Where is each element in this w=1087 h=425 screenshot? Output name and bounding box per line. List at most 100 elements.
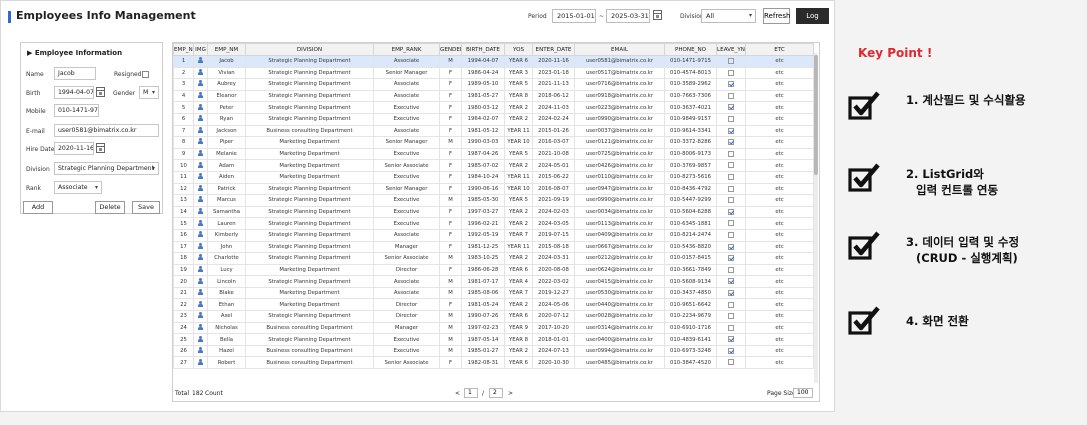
table-row[interactable]: 3 Aubrey Strategic Planning Department Asso… <box>173 78 814 91</box>
table-row[interactable]: 17 John Strategic Planning Department Manag… <box>173 240 814 254</box>
gender-select[interactable]: M ▾ <box>139 86 159 99</box>
table-row[interactable]: 26 Hazel Business consulting Department Exe… <box>173 344 814 358</box>
page-input[interactable]: 1 <box>464 388 478 398</box>
leave-checkbox[interactable] <box>728 336 734 343</box>
refresh-button[interactable]: Refresh <box>763 8 790 24</box>
table-row[interactable]: 24 Nicholas Business consulting Department… <box>173 321 814 335</box>
email-field[interactable]: user0581@bimatrix.co.kr <box>54 124 159 137</box>
log-button[interactable]: Log <box>796 8 829 24</box>
table-row[interactable]: 27 Robert Business consulting Department Se… <box>173 356 814 370</box>
leave-checkbox[interactable] <box>728 116 734 123</box>
table-row[interactable]: 25 Bella Strategic Planning Department Exec… <box>173 333 814 346</box>
column-header-etc[interactable]: ETC <box>745 43 814 56</box>
hire-date-field[interactable]: 2020-11-16 <box>54 142 94 155</box>
table-row[interactable]: 9 Melanie Marketing Department Executive F 19… <box>173 147 814 161</box>
column-header-phone-no[interactable]: PHONE_NO <box>664 43 717 56</box>
calendar-icon[interactable] <box>653 10 662 20</box>
mobile-field[interactable]: 010-1471-9715 <box>54 104 99 117</box>
leave-checkbox[interactable] <box>728 150 734 157</box>
table-row[interactable]: 7 Jackson Business consulting Department As… <box>173 124 814 138</box>
column-header-division[interactable]: DIVISION <box>245 43 374 56</box>
table-row[interactable]: 16 Kimberly Strategic Planning Department A… <box>173 228 814 242</box>
column-header-enter-date[interactable]: ENTER_DATE <box>532 43 575 56</box>
table-row[interactable]: 18 Charlotte Strategic Planning Department… <box>173 252 814 265</box>
save-button[interactable]: Save <box>132 201 160 214</box>
cell-emp-nm: Lucy <box>207 263 246 277</box>
table-row[interactable]: 21 Blake Marketing Department Associate M 198… <box>173 286 814 300</box>
cell-yos: YEAR 3 <box>504 66 533 80</box>
leave-checkbox[interactable] <box>728 92 734 99</box>
table-row[interactable]: 5 Peter Strategic Planning Department Execu… <box>173 101 814 114</box>
column-header-gender[interactable]: GENDER <box>439 43 462 56</box>
resigned-checkbox[interactable] <box>142 71 149 78</box>
leave-checkbox[interactable] <box>728 289 734 296</box>
birth-field[interactable]: 1994-04-07 <box>54 86 94 99</box>
leave-checkbox[interactable] <box>728 313 734 320</box>
column-header-leave-yn[interactable]: LEAVE_YN <box>716 43 746 56</box>
table-row[interactable]: 15 Lauren Strategic Planning Department Exe… <box>173 217 814 230</box>
table-row[interactable]: 6 Ryan Strategic Planning Department Execut… <box>173 112 814 126</box>
period-from-input[interactable]: 2015-01-01 <box>552 9 596 23</box>
table-row[interactable]: 8 Piper Marketing Department Senior Manager… <box>173 136 814 149</box>
table-row[interactable]: 4 Eleanor Strategic Planning Department Ass… <box>173 89 814 103</box>
column-header-yos[interactable]: YOS <box>504 43 533 56</box>
table-row[interactable]: 2 Vivian Strategic Planning Department Seni… <box>173 66 814 80</box>
table-row[interactable]: 1 Jacob Strategic Planning Department Assoc… <box>173 55 814 68</box>
leave-checkbox[interactable] <box>728 127 734 134</box>
leave-checkbox[interactable] <box>728 266 734 273</box>
table-row[interactable]: 12 Patrick Strategic Planning Department Se… <box>173 182 814 196</box>
table-row[interactable]: 11 Aiden Marketing Department Executive F 198… <box>173 170 814 184</box>
column-header-birth-date[interactable]: BIRTH_DATE <box>461 43 505 56</box>
leave-checkbox[interactable] <box>728 324 734 331</box>
leave-checkbox[interactable] <box>728 197 734 204</box>
cell-emp-no: 7 <box>173 124 194 138</box>
table-row[interactable]: 22 Ethan Marketing Department Director F 1981… <box>173 298 814 312</box>
leave-checkbox[interactable] <box>728 347 734 354</box>
rank-select[interactable]: Associate ▾ <box>54 181 102 194</box>
leave-checkbox[interactable] <box>728 58 734 65</box>
table-row[interactable]: 10 Adam Marketing Department Senior Associa… <box>173 159 814 172</box>
table-row[interactable]: 20 Lincoln Strategic Planning Department As… <box>173 275 814 288</box>
table-row[interactable]: 19 Lucy Marketing Department Director F 1986-… <box>173 263 814 277</box>
name-field[interactable]: Jacob <box>54 67 96 80</box>
cell-emp-no: 25 <box>173 333 194 346</box>
leave-checkbox[interactable] <box>728 162 734 169</box>
leave-checkbox[interactable] <box>728 81 734 88</box>
leave-checkbox[interactable] <box>728 185 734 192</box>
table-row[interactable]: 23 Axel Strategic Planning Department Direc… <box>173 310 814 323</box>
division-filter-select[interactable]: All ▾ <box>701 9 756 23</box>
table-row[interactable]: 13 Marcus Strategic Planning Department Exe… <box>173 194 814 207</box>
table-row[interactable]: 14 Samantha Strategic Planning Department E… <box>173 205 814 219</box>
column-header-img[interactable]: IMG <box>193 43 208 56</box>
delete-button[interactable]: Delete <box>95 201 125 214</box>
next-page-button[interactable]: > <box>508 390 513 397</box>
leave-checkbox[interactable] <box>728 104 734 111</box>
leave-checkbox[interactable] <box>728 255 734 262</box>
page-size-input[interactable]: 100 <box>793 388 813 398</box>
leave-checkbox[interactable] <box>728 173 734 180</box>
leave-checkbox[interactable] <box>728 278 734 285</box>
leave-checkbox[interactable] <box>728 231 734 238</box>
cell-emp-no: 9 <box>173 147 194 161</box>
leave-checkbox[interactable] <box>728 220 734 227</box>
cell-img <box>193 240 208 254</box>
add-button[interactable]: Add <box>23 201 53 214</box>
column-header-email[interactable]: EMAIL <box>574 43 665 56</box>
leave-checkbox[interactable] <box>728 139 734 146</box>
division-select[interactable]: Strategic Planning Department ▾ <box>54 162 159 175</box>
calendar-icon[interactable] <box>96 87 105 97</box>
column-header-emp-nm[interactable]: EMP_NM <box>207 43 246 56</box>
leave-checkbox[interactable] <box>728 69 734 76</box>
leave-checkbox[interactable] <box>728 208 734 215</box>
leave-checkbox[interactable] <box>728 359 734 366</box>
cell-gender: F <box>439 228 462 242</box>
prev-page-button[interactable]: < <box>455 390 460 397</box>
leave-checkbox[interactable] <box>728 243 734 250</box>
grid-scrollbar-thumb[interactable] <box>814 55 818 175</box>
cell-gender: M <box>439 194 462 207</box>
period-to-input[interactable]: 2025-03-31 <box>606 9 650 23</box>
leave-checkbox[interactable] <box>728 301 734 308</box>
calendar-icon[interactable] <box>96 143 105 153</box>
column-header-emp-no[interactable]: EMP_NO <box>173 43 194 56</box>
column-header-emp-rank[interactable]: EMP_RANK <box>373 43 440 56</box>
